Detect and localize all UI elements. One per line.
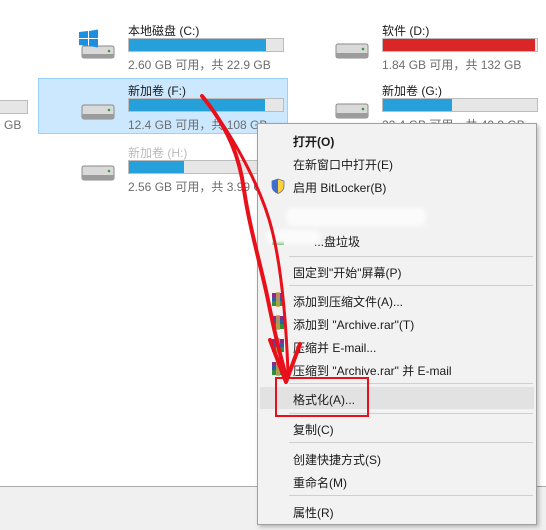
usage-fill bbox=[383, 99, 453, 111]
menu-item-label: 重命名(M) bbox=[293, 476, 347, 490]
menu-item-properties[interactable]: 属性(R) bbox=[260, 500, 534, 522]
menu-item-compress-email[interactable]: 压缩并 E-mail... bbox=[260, 335, 534, 357]
redacted-area bbox=[286, 208, 426, 226]
menu-item-label: 复制(C) bbox=[293, 423, 334, 437]
drive-f[interactable]: 新加卷 (F:) 12.4 GB 可用，共 108 GB bbox=[38, 78, 288, 134]
menu-item-label: 添加到压缩文件(A)... bbox=[293, 295, 403, 309]
menu-item-label: 固定到"开始"屏幕(P) bbox=[293, 266, 402, 280]
menu-item-label: 启用 BitLocker(B) bbox=[293, 181, 387, 195]
drive-name: 新加卷 (H:) bbox=[128, 146, 188, 160]
menu-item-label: 在新窗口中打开(E) bbox=[293, 158, 393, 172]
context-menu: 打开(O) 在新窗口中打开(E) 启用 BitLocker(B) ... ...… bbox=[257, 123, 537, 525]
menu-separator bbox=[289, 285, 533, 286]
drive-free-space: 2.56 GB 可用，共 3.99 GB bbox=[128, 180, 271, 194]
drive-c[interactable]: 本地磁盘 (C:) 2.60 GB 可用，共 22.9 GB bbox=[38, 18, 286, 74]
usage-bar bbox=[382, 98, 538, 112]
drive-free-space: 2.60 GB 可用，共 22.9 GB bbox=[128, 58, 271, 72]
winrar-icon bbox=[272, 338, 284, 353]
drive-d[interactable]: 软件 (D:) 1.84 GB 可用，共 132 GB bbox=[292, 18, 546, 74]
menu-item-label: 打开(O) bbox=[293, 135, 335, 149]
menu-item-open-new-window[interactable]: 在新窗口中打开(E) bbox=[260, 152, 534, 174]
annotation-highlight-box bbox=[275, 377, 369, 417]
winrar-icon bbox=[272, 315, 284, 330]
usage-fill bbox=[129, 39, 267, 51]
menu-item-rename[interactable]: 重命名(M) bbox=[260, 470, 534, 492]
menu-item-add-archive[interactable]: 添加到压缩文件(A)... bbox=[260, 289, 534, 311]
drive-h[interactable]: 新加卷 (H:) 2.56 GB 可用，共 3.99 GB bbox=[38, 140, 286, 196]
menu-item-bitlocker[interactable]: 启用 BitLocker(B) bbox=[260, 175, 534, 197]
usage-fill bbox=[383, 39, 536, 51]
menu-item-label: 属性(R) bbox=[293, 506, 334, 520]
menu-item-label: 创建快捷方式(S) bbox=[293, 453, 381, 467]
windows-drive-icon bbox=[79, 29, 115, 59]
menu-item-label: 压缩并 E-mail... bbox=[293, 341, 377, 355]
drive-name: 软件 (D:) bbox=[382, 24, 430, 38]
hard-drive-icon bbox=[335, 103, 369, 119]
menu-separator bbox=[289, 256, 533, 257]
hard-drive-icon bbox=[81, 104, 115, 120]
menu-separator bbox=[289, 495, 533, 496]
winrar-icon bbox=[272, 292, 284, 307]
menu-item-open[interactable]: 打开(O) bbox=[260, 129, 534, 151]
partial-drive-bar bbox=[0, 100, 28, 114]
redacted-area bbox=[266, 230, 320, 244]
drive-free-space: 1.84 GB 可用，共 132 GB bbox=[382, 58, 522, 72]
usage-bar bbox=[382, 38, 538, 52]
usage-fill bbox=[129, 99, 265, 111]
drive-name: 新加卷 (G:) bbox=[382, 84, 442, 98]
drive-free-space: 12.4 GB 可用，共 108 GB bbox=[128, 118, 268, 132]
menu-item-label: 添加到 "Archive.rar"(T) bbox=[293, 318, 415, 332]
drive-name: 新加卷 (F:) bbox=[128, 84, 186, 98]
hard-drive-icon bbox=[81, 165, 115, 181]
uac-shield-icon bbox=[271, 178, 285, 194]
menu-item-create-shortcut[interactable]: 创建快捷方式(S) bbox=[260, 447, 534, 469]
menu-item-label: ...盘垃圾 bbox=[314, 235, 361, 249]
hard-drive-icon bbox=[335, 43, 369, 59]
menu-item-copy[interactable]: 复制(C) bbox=[260, 417, 534, 439]
usage-bar bbox=[128, 98, 284, 112]
menu-item-pin-start[interactable]: 固定到"开始"屏幕(P) bbox=[260, 260, 534, 282]
usage-fill bbox=[129, 161, 185, 173]
menu-item-add-archive-rar[interactable]: 添加到 "Archive.rar"(T) bbox=[260, 312, 534, 334]
winrar-icon bbox=[272, 361, 284, 376]
drive-name: 本地磁盘 (C:) bbox=[128, 24, 200, 38]
usage-bar bbox=[128, 38, 284, 52]
menu-separator bbox=[289, 442, 533, 443]
partial-drive-free: GB bbox=[4, 118, 22, 132]
